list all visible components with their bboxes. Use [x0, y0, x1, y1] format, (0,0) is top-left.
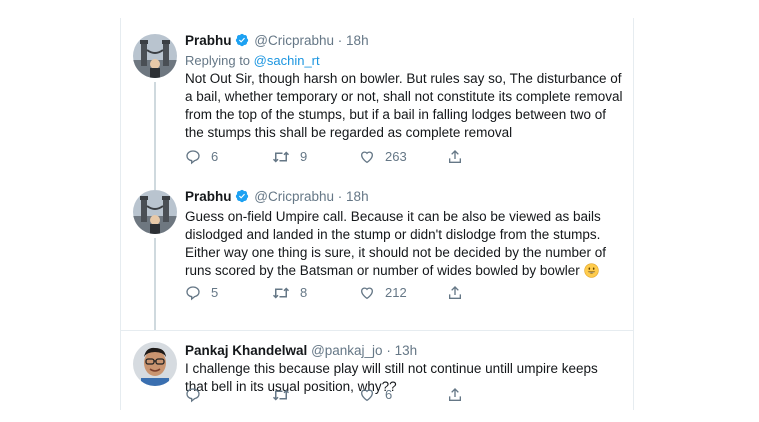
share-icon [447, 285, 463, 301]
retweet-button[interactable]: 8 [272, 284, 307, 302]
tweet-timestamp[interactable]: 18h [346, 33, 369, 48]
tweet-actions: 5 8 212 [185, 284, 605, 302]
author-handle[interactable]: @Cricprabhu [254, 189, 334, 204]
reply-button[interactable]: 6 [185, 148, 218, 166]
retweet-icon [272, 285, 290, 301]
tweet-text-body: Guess on-field Umpire call. Because it c… [185, 209, 607, 278]
author-name[interactable]: Prabhu [185, 33, 232, 48]
retweet-icon [272, 149, 290, 165]
share-button[interactable] [447, 284, 463, 302]
separator-dot: · [337, 189, 343, 204]
replying-label: Replying to [185, 53, 251, 68]
retweet-icon [272, 387, 290, 403]
retweet-count: 9 [300, 149, 308, 164]
separator-dot: · [386, 343, 391, 358]
tweet-divider [121, 330, 633, 331]
tweet-header: Prabhu @Cricprabhu · 18h [185, 188, 623, 208]
author-handle[interactable]: @Cricprabhu [254, 33, 334, 48]
tweet-timestamp[interactable]: 18h [346, 189, 369, 204]
share-icon [447, 149, 463, 165]
author-name[interactable]: Prabhu [185, 189, 232, 204]
tweet-timestamp[interactable]: 13h [395, 343, 418, 358]
retweet-button[interactable]: 9 [272, 148, 307, 166]
tweet-actions: 6 [185, 386, 605, 404]
tweet-text: Guess on-field Umpire call. Because it c… [185, 208, 623, 283]
thread-line [154, 238, 156, 330]
reply-icon [185, 387, 201, 403]
replying-to: Replying to @sachin_rt [185, 52, 623, 70]
avatar-prabhu[interactable] [133, 190, 177, 234]
tweet-thread: Prabhu @Cricprabhu · 18h Replying to @sa… [120, 18, 634, 410]
share-button[interactable] [447, 148, 463, 166]
avatar-prabhu[interactable] [133, 34, 177, 78]
tweet-header: Prabhu @Cricprabhu · 18h [185, 32, 623, 52]
author-handle[interactable]: @pankaj_jo [311, 343, 383, 358]
reply-icon [185, 149, 201, 165]
like-button[interactable]: 6 [359, 386, 392, 404]
like-button[interactable]: 263 [359, 148, 407, 166]
reply-count: 6 [211, 149, 219, 164]
retweet-button[interactable] [272, 386, 300, 404]
like-button[interactable]: 212 [359, 284, 407, 302]
tweet-actions: 6 9 263 [185, 148, 605, 166]
heart-icon [359, 149, 375, 165]
share-button[interactable] [447, 386, 463, 404]
like-count: 263 [385, 149, 407, 164]
tweet-header: Pankaj Khandelwal @pankaj_jo · 13h [185, 342, 623, 360]
reply-icon [185, 285, 201, 301]
share-icon [447, 387, 463, 403]
retweet-count: 8 [300, 285, 308, 300]
verified-badge-icon [235, 33, 249, 52]
thread-line [154, 82, 156, 190]
heart-icon [359, 387, 375, 403]
like-count: 212 [385, 285, 407, 300]
reply-count: 5 [211, 285, 219, 300]
reply-button[interactable] [185, 386, 211, 404]
mention-link[interactable]: @sachin_rt [254, 53, 320, 68]
author-name[interactable]: Pankaj Khandelwal [185, 343, 307, 358]
separator-dot: · [337, 33, 343, 48]
like-count: 6 [385, 387, 393, 402]
avatar-pankaj[interactable] [133, 342, 177, 386]
reply-button[interactable]: 5 [185, 284, 218, 302]
heart-icon [359, 285, 375, 301]
grinning-face-emoji-icon [584, 263, 599, 283]
verified-badge-icon [235, 189, 249, 208]
tweet-text: Not Out Sir, though harsh on bowler. But… [185, 71, 623, 140]
